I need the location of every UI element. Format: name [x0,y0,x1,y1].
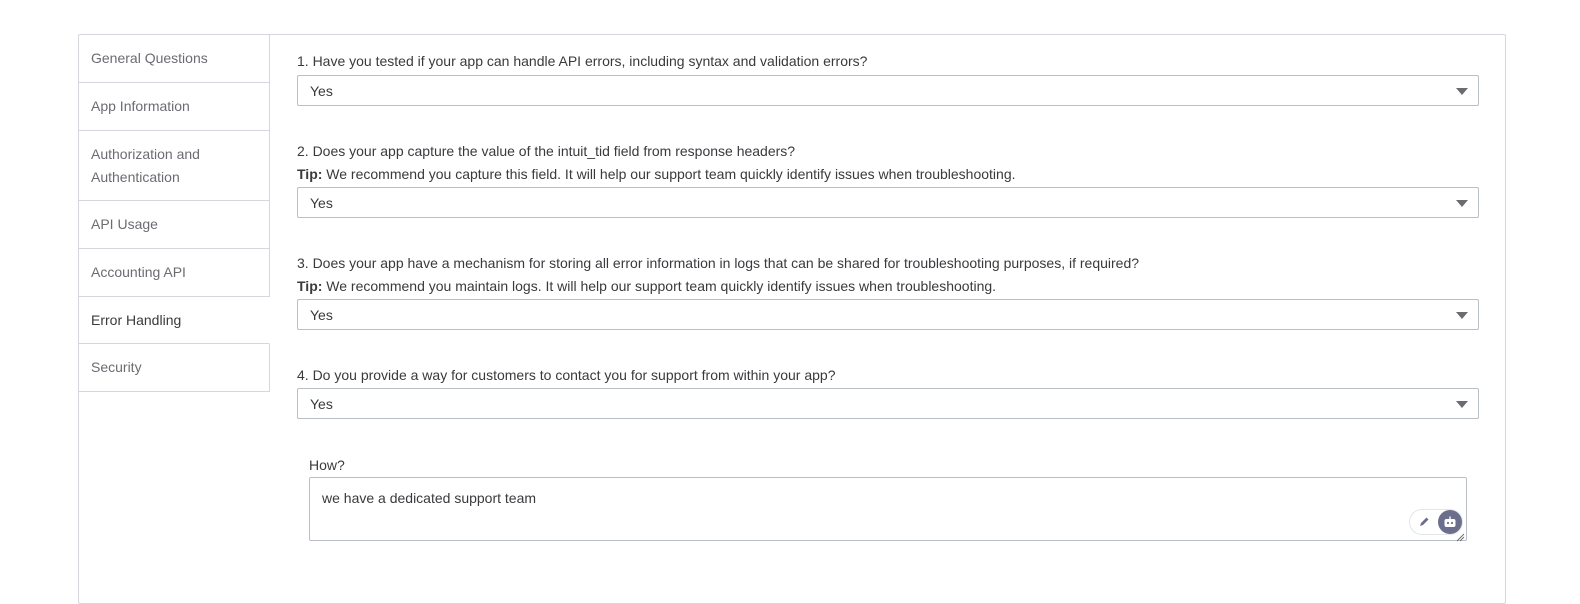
sidebar-item-label: Error Handling [91,311,182,328]
question-2-tip: Tip: We recommend you capture this field… [297,166,1016,182]
question-3-select[interactable]: Yes [297,299,1479,330]
select-value: Yes [310,194,333,211]
question-1-label: 1. Have you tested if your app can handl… [297,53,868,69]
how-label: How? [309,457,345,473]
question-2-select[interactable]: Yes [297,187,1479,218]
question-4-label: 4. Do you provide a way for customers to… [297,367,836,383]
question-2-label: 2. Does your app capture the value of th… [297,143,796,159]
sidebar-item-label: Accounting API [91,264,186,280]
tip-prefix: Tip: [297,278,323,294]
chevron-down-icon [1456,312,1468,319]
chevron-down-icon [1456,401,1468,408]
how-textarea[interactable]: we have a dedicated support team [309,477,1467,542]
sidebar-item-api-usage[interactable]: API Usage [79,201,270,249]
resize-grip-icon[interactable] [1455,529,1465,542]
question-4-select[interactable]: Yes [297,388,1479,419]
sidebar-item-label: App Information [91,98,190,114]
select-value: Yes [310,395,333,412]
sidebar-item-label: Authorization and Authentication [91,145,200,185]
sidebar-item-general-questions[interactable]: General Questions [79,35,270,83]
pen-icon[interactable] [1414,512,1434,532]
how-textarea-value: we have a dedicated support team [322,490,537,506]
tip-text: We recommend you capture this field. It … [322,166,1016,182]
select-value: Yes [310,82,333,99]
sidebar-item-accounting-api[interactable]: Accounting API [79,249,270,297]
sidebar-item-app-information[interactable]: App Information [79,83,270,131]
chevron-down-icon [1456,88,1468,95]
sidebar-item-security[interactable]: Security [79,344,270,392]
tip-text: We recommend you maintain logs. It will … [322,278,997,294]
chevron-down-icon [1456,200,1468,207]
question-3-label: 3. Does your app have a mechanism for st… [297,255,1140,271]
question-1-select[interactable]: Yes [297,75,1479,106]
questionnaire-panel: General Questions App Information Author… [78,34,1506,604]
tip-prefix: Tip: [297,166,323,182]
select-value: Yes [310,306,333,323]
sidebar-item-authorization-authentication[interactable]: Authorization and Authentication [79,131,270,201]
sidebar-item-error-handling[interactable]: Error Handling [79,297,270,344]
sidebar-item-label: General Questions [91,50,208,66]
sidebar-item-label: API Usage [91,216,158,232]
question-3-tip: Tip: We recommend you maintain logs. It … [297,278,996,294]
sidebar-item-label: Security [91,359,142,375]
section-sidebar: General Questions App Information Author… [79,35,270,392]
